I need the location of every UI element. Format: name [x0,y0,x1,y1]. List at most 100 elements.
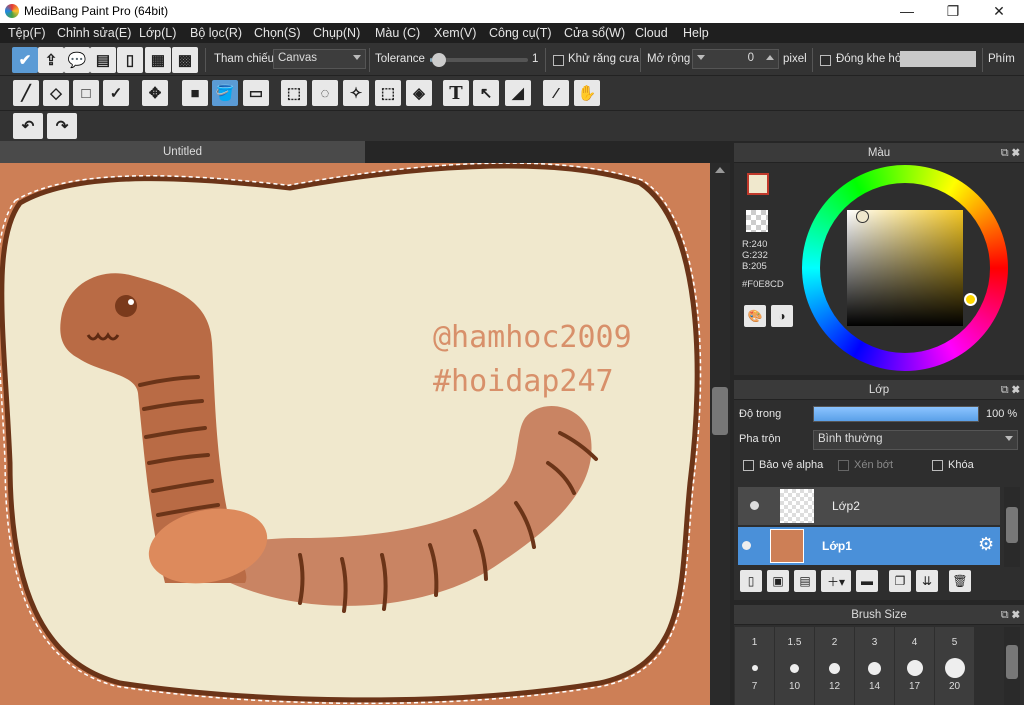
share-icon[interactable]: ⇪ [38,47,64,73]
menu-file[interactable]: Tệp(F) [8,26,46,40]
opacity-slider[interactable] [813,406,979,422]
clipping-checkbox[interactable] [838,460,849,471]
delete-layer-icon[interactable]: 🗑 [949,570,971,592]
expand-stepper[interactable]: 0 [692,49,779,69]
menu-filter[interactable]: Bộ lọc(R) [190,26,242,40]
reference-dropdown[interactable]: Canvas [273,49,366,69]
brush-size-cell[interactable]: 14 [855,655,894,705]
eyedropper-icon[interactable]: ⁄ [543,80,569,106]
blend-mode-dropdown[interactable]: Bình thường [813,430,1018,450]
magic-wand-icon[interactable]: ✧ [343,80,369,106]
chevron-down-icon [353,55,361,60]
gradient-icon[interactable]: ▭ [243,80,269,106]
layer-settings-gear-icon[interactable]: ⚙ [978,534,994,555]
minimize-button[interactable]: — [884,0,930,23]
select-pen-icon[interactable]: ⬚ [375,80,401,106]
layer-thumbnail [780,489,814,523]
brush-size-label: 1 [751,637,758,648]
drawing-canvas[interactable]: @hamhoc2009 #hoidap247 [0,163,710,705]
brush-size-cell[interactable]: 20 [935,655,974,705]
panel-controls[interactable]: ⧉ ✖ [1001,380,1020,400]
tab-untitled[interactable]: Untitled [0,141,365,163]
add-layer-menu-icon[interactable]: ＋▾ [821,570,851,592]
brush-size-label: 1.5 [787,637,802,648]
operation-icon[interactable]: ↖ [473,80,499,106]
close-button[interactable]: ✕ [976,0,1022,23]
canvas-scrollbar[interactable] [710,163,730,705]
maximize-button[interactable]: ❐ [930,0,976,23]
redo-icon[interactable]: ↷ [47,113,77,139]
visibility-eye-icon[interactable] [750,501,759,510]
worm-eye-highlight [128,299,134,305]
panel-controls[interactable]: ⧉ ✖ [1001,143,1020,163]
comment-icon[interactable]: 💬 [64,47,90,73]
move-icon[interactable]: ✥ [142,80,168,106]
layer-row-selected[interactable]: Lớp1 ⚙ [738,527,1000,565]
chat-icon[interactable]: ▤ [90,47,116,73]
visibility-eye-icon[interactable] [742,541,751,550]
tolerance-slider-handle[interactable] [431,53,446,67]
keys-label[interactable]: Phím [988,53,1015,65]
new-color-layer-icon[interactable]: ▣ [767,570,789,592]
menu-window[interactable]: Cửa sổ(W) [564,26,625,40]
hue-handle[interactable] [964,293,977,306]
scroll-thumb[interactable] [1006,645,1018,679]
merge-down-icon[interactable]: ⇊ [916,570,938,592]
scroll-up-icon[interactable] [715,167,725,173]
palette-icon[interactable]: 🎨 [744,305,766,327]
folder-icon[interactable]: ▬ [856,570,878,592]
scroll-thumb[interactable] [1006,507,1018,543]
scroll-thumb[interactable] [712,387,728,435]
eraser-icon[interactable]: ◇ [43,80,69,106]
foreground-color-swatch[interactable] [747,173,769,195]
undo-icon[interactable]: ↶ [13,113,43,139]
increment-icon[interactable] [766,55,774,60]
new-halftone-layer-icon[interactable]: ▤ [794,570,816,592]
document-icon[interactable]: ▯ [117,47,143,73]
pen-icon[interactable]: ✓ [103,80,129,106]
text-icon[interactable]: T [443,80,469,106]
check-icon[interactable]: ✔ [12,47,38,73]
close-gap-checkbox[interactable] [820,55,831,66]
menu-help[interactable]: Help [683,26,709,40]
new-layer-icon[interactable]: ▯ [740,570,762,592]
antialias-checkbox[interactable] [553,55,564,66]
saturation-value-square[interactable] [847,210,963,326]
color-swap-icon[interactable]: ◑ [771,305,793,327]
menu-layer[interactable]: Lớp(L) [139,26,176,40]
lock-checkbox[interactable] [932,460,943,471]
brush-size-cell[interactable]: 10 [775,655,814,705]
select-rect-icon[interactable]: ⬚ [281,80,307,106]
transparent-color-swatch[interactable] [746,210,768,232]
blur-icon[interactable]: ◢ [505,80,531,106]
layers-scrollbar[interactable] [1004,487,1020,567]
duplicate-layer-icon[interactable]: ❐ [889,570,911,592]
hand-icon[interactable]: ✋ [574,80,600,106]
menu-edit[interactable]: Chỉnh sửa(E) [57,26,131,40]
material-icon[interactable]: ▦ [145,47,171,73]
decrement-icon[interactable] [697,55,705,60]
menu-select[interactable]: Chọn(S) [254,26,301,40]
grid-icon[interactable]: ▩ [172,47,198,73]
tolerance-slider[interactable] [430,53,528,67]
close-gap-slider[interactable] [900,51,976,67]
panel-controls[interactable]: ⧉ ✖ [1001,605,1020,625]
select-eraser-icon[interactable]: ◈ [406,80,432,106]
brush-size-cell[interactable]: 17 [895,655,934,705]
menu-view[interactable]: Xem(V) [434,26,476,40]
layer-row[interactable]: Lớp2 [738,487,1000,525]
bucket-icon[interactable]: 🪣 [212,80,238,106]
brush-size-cell[interactable]: 7 [735,655,774,705]
brush-scrollbar[interactable] [1004,627,1020,705]
fill-rect-icon[interactable]: ■ [182,80,208,106]
menu-color[interactable]: Màu (C) [375,26,420,40]
brush-icon[interactable]: ╱ [13,80,39,106]
brush-size-cell[interactable]: 12 [815,655,854,705]
protect-alpha-checkbox[interactable] [743,460,754,471]
menu-cloud[interactable]: Cloud [635,26,668,40]
menu-tools[interactable]: Công cụ(T) [489,26,552,40]
dot-icon[interactable]: □ [73,80,99,106]
lasso-icon[interactable]: ◌ [312,80,338,106]
sv-handle[interactable] [856,210,869,223]
menu-capture[interactable]: Chụp(N) [313,26,360,40]
